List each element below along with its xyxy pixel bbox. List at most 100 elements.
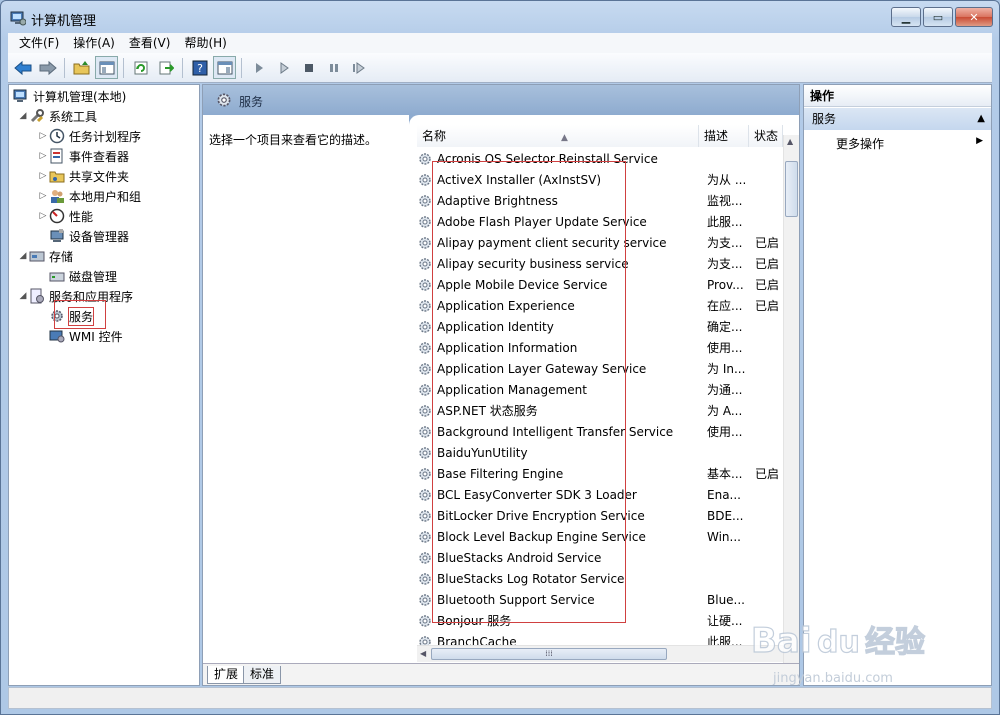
tree-item-event-viewer[interactable]: ▷ 事件查看器 xyxy=(37,146,129,166)
export-list-button[interactable] xyxy=(154,56,177,79)
scroll-left-icon[interactable]: ◀ xyxy=(420,649,426,658)
help-button[interactable]: ? xyxy=(188,56,211,79)
service-row[interactable]: Block Level Backup Engine Service Win... xyxy=(417,526,787,547)
menu-file[interactable]: 文件(F) xyxy=(12,33,66,53)
show-hide-action-pane-button[interactable] xyxy=(213,56,236,79)
gear-icon xyxy=(417,193,433,209)
service-row[interactable]: BlueStacks Log Rotator Service xyxy=(417,568,787,589)
horizontal-scrollbar[interactable]: ◀ ⁞⁞⁞ xyxy=(417,645,783,662)
service-description: Blue... xyxy=(707,592,745,607)
submenu-arrow-icon[interactable]: ▶ xyxy=(976,136,983,146)
tree-root[interactable]: 计算机管理(本地) xyxy=(13,86,126,106)
service-row[interactable]: ActiveX Installer (AxInstSV) 为从 ... xyxy=(417,169,787,190)
services-list[interactable]: 名称 ▲ 描述 状态 Acronis OS Selector Reinstall… xyxy=(409,115,799,663)
toolbar-separator xyxy=(241,57,242,78)
column-header-name[interactable]: 名称 ▲ xyxy=(417,125,699,147)
service-row[interactable]: BitLocker Drive Encryption Service BDE... xyxy=(417,505,787,526)
console-tree-icon xyxy=(99,61,114,74)
service-description: BDE... xyxy=(707,508,744,523)
close-button[interactable]: ✕ xyxy=(955,7,993,27)
forward-arrow-icon xyxy=(39,60,57,75)
minimize-button[interactable]: ▁ xyxy=(891,7,921,27)
tab-standard[interactable]: 标准 xyxy=(243,666,282,684)
collapse-section-icon[interactable]: ▲ xyxy=(977,108,985,130)
stop-service-button[interactable] xyxy=(297,56,320,79)
collapse-arrow-icon[interactable]: ◢ xyxy=(17,111,29,121)
collapse-arrow-icon[interactable]: ◢ xyxy=(17,291,29,301)
service-name: ActiveX Installer (AxInstSV) xyxy=(437,172,602,187)
collapse-arrow-icon[interactable]: ◢ xyxy=(17,251,29,261)
title-bar[interactable]: 计算机管理 ▁ ▭ ✕ xyxy=(1,1,999,33)
expand-arrow-icon[interactable]: ▷ xyxy=(37,191,49,201)
service-row[interactable]: Application Experience 在应... 已启 xyxy=(417,295,787,316)
tree-item-services[interactable]: 服务 xyxy=(37,306,95,326)
vertical-scrollbar[interactable]: ▲ xyxy=(783,135,799,663)
services-header-title: 服务 xyxy=(239,95,264,109)
tree-item-services-and-apps[interactable]: ◢ 服务和应用程序 xyxy=(17,286,133,306)
service-row[interactable]: Application Identity 确定... xyxy=(417,316,787,337)
service-row[interactable]: Alipay security business service 为支... 已启 xyxy=(417,253,787,274)
actions-section-label: 服务 xyxy=(812,112,837,126)
tree-item-local-users[interactable]: ▷ 本地用户和组 xyxy=(37,186,141,206)
service-row[interactable]: Bluetooth Support Service Blue... xyxy=(417,589,787,610)
gear-icon xyxy=(417,298,433,314)
tree-item-task-scheduler[interactable]: ▷ 任务计划程序 xyxy=(37,126,141,146)
service-row[interactable]: Application Management 为通... xyxy=(417,379,787,400)
tree-item-device-manager[interactable]: 设备管理器 xyxy=(37,226,129,246)
gear-icon xyxy=(417,382,433,398)
forward-button[interactable] xyxy=(36,56,59,79)
service-row[interactable]: Adobe Flash Player Update Service 此服... xyxy=(417,211,787,232)
tree-item-shared-folders[interactable]: ▷ 共享文件夹 xyxy=(37,166,129,186)
service-row[interactable]: BlueStacks Android Service xyxy=(417,547,787,568)
service-row[interactable]: Apple Mobile Device Service Prov... 已启 xyxy=(417,274,787,295)
help-icon: ? xyxy=(192,60,207,75)
service-row[interactable]: BCL EasyConverter SDK 3 Loader Ena... xyxy=(417,484,787,505)
expand-arrow-icon[interactable]: ▷ xyxy=(37,211,49,221)
service-row[interactable]: Adaptive Brightness 监视... xyxy=(417,190,787,211)
service-row[interactable]: Application Layer Gateway Service 为 In... xyxy=(417,358,787,379)
expand-arrow-icon[interactable]: ▷ xyxy=(37,151,49,161)
service-name: Application Layer Gateway Service xyxy=(437,361,647,376)
tree-item-storage[interactable]: ◢ 存储 xyxy=(17,246,73,266)
actions-section-services[interactable]: 服务 ▲ xyxy=(804,108,991,130)
service-description: 为通... xyxy=(707,383,743,397)
service-name: BlueStacks Android Service xyxy=(437,550,602,565)
tree-item-system-tools[interactable]: ◢ 系统工具 xyxy=(17,106,97,126)
back-button[interactable] xyxy=(11,56,34,79)
service-name: Block Level Backup Engine Service xyxy=(437,529,646,544)
show-hide-tree-button[interactable] xyxy=(95,56,118,79)
menu-view[interactable]: 查看(V) xyxy=(122,33,178,53)
service-row[interactable]: Base Filtering Engine 基本... 已启 xyxy=(417,463,787,484)
service-row[interactable]: BaiduYunUtility xyxy=(417,442,787,463)
scroll-up-icon[interactable]: ▲ xyxy=(787,137,793,146)
column-header-status[interactable]: 状态 xyxy=(749,125,783,147)
service-row[interactable]: Background Intelligent Transfer Service 使… xyxy=(417,421,787,442)
service-row[interactable]: Acronis OS Selector Reinstall Service xyxy=(417,148,787,169)
service-row[interactable]: Bonjour 服务 让硬... xyxy=(417,610,787,631)
vertical-scroll-thumb[interactable] xyxy=(785,161,798,217)
service-row[interactable]: Alipay payment client security service 为支… xyxy=(417,232,787,253)
gear-icon xyxy=(417,529,433,545)
menu-action[interactable]: 操作(A) xyxy=(66,33,122,53)
column-header-description[interactable]: 描述 xyxy=(699,125,749,147)
pause-service-button[interactable] xyxy=(322,56,345,79)
tree-item-label: 任务计划程序 xyxy=(69,129,142,144)
start-service-alt-button[interactable] xyxy=(272,56,295,79)
horizontal-scroll-thumb[interactable]: ⁞⁞⁞ xyxy=(431,648,667,660)
tree-item-wmi-control[interactable]: WMI 控件 xyxy=(37,326,123,346)
refresh-button[interactable] xyxy=(129,56,152,79)
more-actions-item[interactable]: 更多操作 xyxy=(836,135,884,152)
service-row[interactable]: ASP.NET 状态服务 为 A... xyxy=(417,400,787,421)
tab-extended[interactable]: 扩展 xyxy=(207,666,246,684)
expand-arrow-icon[interactable]: ▷ xyxy=(37,131,49,141)
restart-service-button[interactable] xyxy=(347,56,370,79)
start-service-button[interactable] xyxy=(247,56,270,79)
service-row[interactable]: Application Information 使用... xyxy=(417,337,787,358)
tree-item-performance[interactable]: ▷ 性能 xyxy=(37,206,93,226)
menu-help[interactable]: 帮助(H) xyxy=(177,33,233,53)
tree-item-disk-management[interactable]: 磁盘管理 xyxy=(37,266,117,286)
up-folder-button[interactable] xyxy=(70,56,93,79)
expand-arrow-icon[interactable]: ▷ xyxy=(37,171,49,181)
maximize-button[interactable]: ▭ xyxy=(923,7,953,27)
service-description: 使用... xyxy=(707,425,743,439)
